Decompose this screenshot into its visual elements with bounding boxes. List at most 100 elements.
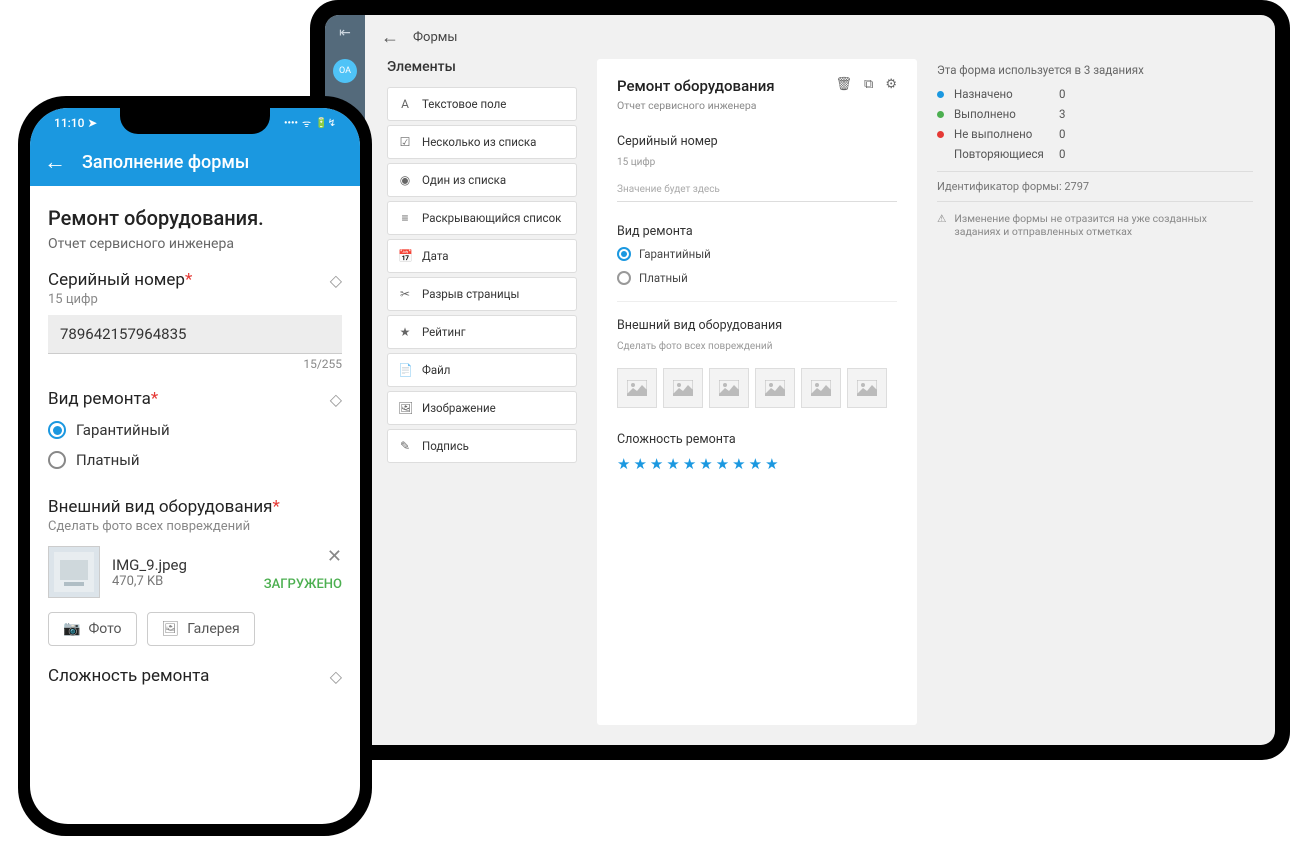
gear-icon[interactable]: ⚙ <box>885 77 897 92</box>
checkbox-icon: ☑ <box>398 135 412 149</box>
eraser-icon[interactable]: ◇ <box>330 390 342 409</box>
menu-icon[interactable]: ⇤ <box>339 25 351 41</box>
page-title: Формы <box>413 30 457 45</box>
radio-selected-icon <box>617 247 631 261</box>
element-label: Текстовое поле <box>422 97 506 111</box>
appearance-label: Внешний вид оборудования* <box>48 497 280 517</box>
image-slot[interactable] <box>801 368 841 408</box>
image-slot[interactable] <box>755 368 795 408</box>
element-radio[interactable]: ◉ Один из списка <box>387 163 577 197</box>
rating-stars[interactable]: ★★★★★★★★★★ <box>617 455 897 473</box>
form-actions: 🗑 ⧉ ⚙ <box>836 77 897 92</box>
phone-screen: 11:10 ➤ •••• ᯤ 🔋↯ ← Заполнение формы Рем… <box>30 108 360 824</box>
radio-label: Платный <box>639 271 688 285</box>
element-pagebreak[interactable]: ✂Разрыв страницы <box>387 277 577 311</box>
star-icon: ★ <box>716 455 729 473</box>
gallery-button[interactable]: 🖼Галерея <box>147 612 255 646</box>
serial-input[interactable]: 789642157964835 <box>48 315 342 354</box>
radio-icon: ◉ <box>398 173 412 187</box>
star-icon: ★ <box>617 455 630 473</box>
back-arrow-icon[interactable]: ← <box>44 149 66 175</box>
image-grid <box>617 368 897 408</box>
avatar[interactable]: OA <box>333 59 357 83</box>
file-name: IMG_9.jpeg <box>112 556 187 574</box>
status-dot <box>937 91 944 98</box>
element-date[interactable]: 📅Дата <box>387 239 577 273</box>
required-asterisk: * <box>151 389 158 409</box>
status-failed: Не выполнено0 <box>937 127 1253 141</box>
repair-section-header: Вид ремонта* ◇ <box>48 389 342 409</box>
status-dot <box>937 131 944 138</box>
form-info-panel: Эта форма используется в 3 заданиях Назн… <box>937 59 1253 725</box>
status-dot <box>937 111 944 118</box>
serial-placeholder[interactable]: Значение будет здесь <box>617 184 897 202</box>
copy-icon[interactable]: ⧉ <box>864 77 873 92</box>
repair-option-warranty[interactable]: Гарантийный <box>48 421 342 439</box>
element-text-field[interactable]: AТекстовое поле <box>387 87 577 121</box>
serial-label: Серийный номер* <box>48 270 192 290</box>
complexity-label: Сложность ремонта <box>617 432 897 447</box>
element-file[interactable]: 📄Файл <box>387 353 577 387</box>
element-image[interactable]: 🖼Изображение <box>387 391 577 425</box>
file-thumbnail[interactable] <box>48 546 100 598</box>
appearance-hint: Сделать фото всех повреждений <box>48 519 342 534</box>
star-icon: ★ <box>398 325 412 339</box>
appearance-label: Внешний вид оборудования <box>617 318 897 333</box>
element-dropdown[interactable]: ≡Раскрывающийся список <box>387 201 577 235</box>
phone-body: Ремонт оборудования. Отчет сервисного ин… <box>30 186 360 824</box>
warning-text: Изменение формы не отразится на уже созд… <box>954 212 1253 238</box>
calendar-icon: 📅 <box>398 249 412 263</box>
element-label: Раскрывающийся список <box>422 211 561 225</box>
status-assigned: Назначено0 <box>937 87 1253 101</box>
element-rating[interactable]: ★Рейтинг <box>387 315 577 349</box>
complexity-section-header: Сложность ремонта ◇ <box>48 666 342 686</box>
eraser-icon[interactable]: ◇ <box>330 271 342 290</box>
delete-icon[interactable]: 🗑 <box>836 77 853 92</box>
image-slot[interactable] <box>617 368 657 408</box>
repair-label: Вид ремонта* <box>48 389 158 409</box>
repair-option-warranty[interactable]: Гарантийный <box>617 247 897 261</box>
file-status: ЗАГРУЖЕНО <box>264 577 342 592</box>
serial-hint: 15 цифр <box>617 157 897 168</box>
element-label: Один из списка <box>422 173 506 187</box>
star-icon: ★ <box>699 455 712 473</box>
star-icon: ★ <box>650 455 663 473</box>
status-count: 0 <box>1059 87 1065 101</box>
status-label: Повторяющиеся <box>954 147 1049 161</box>
serial-hint: 15 цифр <box>48 292 342 307</box>
required-asterisk: * <box>185 270 192 290</box>
status-label: Выполнено <box>954 107 1049 121</box>
radio-label: Платный <box>76 451 140 469</box>
status-time: 11:10 ➤ <box>54 116 98 130</box>
star-icon: ★ <box>732 455 745 473</box>
phone-frame: 11:10 ➤ •••• ᯤ 🔋↯ ← Заполнение формы Рем… <box>18 96 372 836</box>
close-icon[interactable]: ✕ <box>327 546 342 567</box>
button-label: Фото <box>88 621 121 637</box>
appbar-title: Заполнение формы <box>82 152 249 173</box>
image-slot[interactable] <box>663 368 703 408</box>
back-arrow-icon[interactable]: ← <box>381 27 399 48</box>
wifi-icon: ᯤ <box>302 116 311 130</box>
form-header: Ремонт оборудования 🗑 ⧉ ⚙ <box>617 77 897 95</box>
eraser-icon[interactable]: ◇ <box>330 667 342 686</box>
app-bar: ← Заполнение формы <box>30 138 360 186</box>
repair-option-paid[interactable]: Платный <box>617 271 897 285</box>
appearance-section-header: Внешний вид оборудования* <box>48 497 342 517</box>
image-slot[interactable] <box>847 368 887 408</box>
appearance-hint: Сделать фото всех повреждений <box>617 341 897 352</box>
element-signature[interactable]: ✎Подпись <box>387 429 577 463</box>
divider <box>617 301 897 302</box>
photo-button[interactable]: 📷 Фото <box>48 612 137 646</box>
file-info: IMG_9.jpeg 470,7 KB <box>112 556 187 589</box>
warning-banner: ⚠ Изменение формы не отразится на уже со… <box>937 212 1253 238</box>
required-asterisk: * <box>273 497 280 517</box>
usage-text: Эта форма используется в 3 заданиях <box>937 63 1253 77</box>
star-icon: ★ <box>749 455 762 473</box>
camera-icon: 📷 <box>63 621 80 637</box>
image-slot[interactable] <box>709 368 749 408</box>
repair-option-paid[interactable]: Платный <box>48 451 342 469</box>
char-counter: 15/255 <box>48 357 342 371</box>
scissors-icon: ✂ <box>398 287 412 301</box>
status-repeating: Повторяющиеся0 <box>937 147 1253 161</box>
element-checkbox[interactable]: ☑Несколько из списка <box>387 125 577 159</box>
